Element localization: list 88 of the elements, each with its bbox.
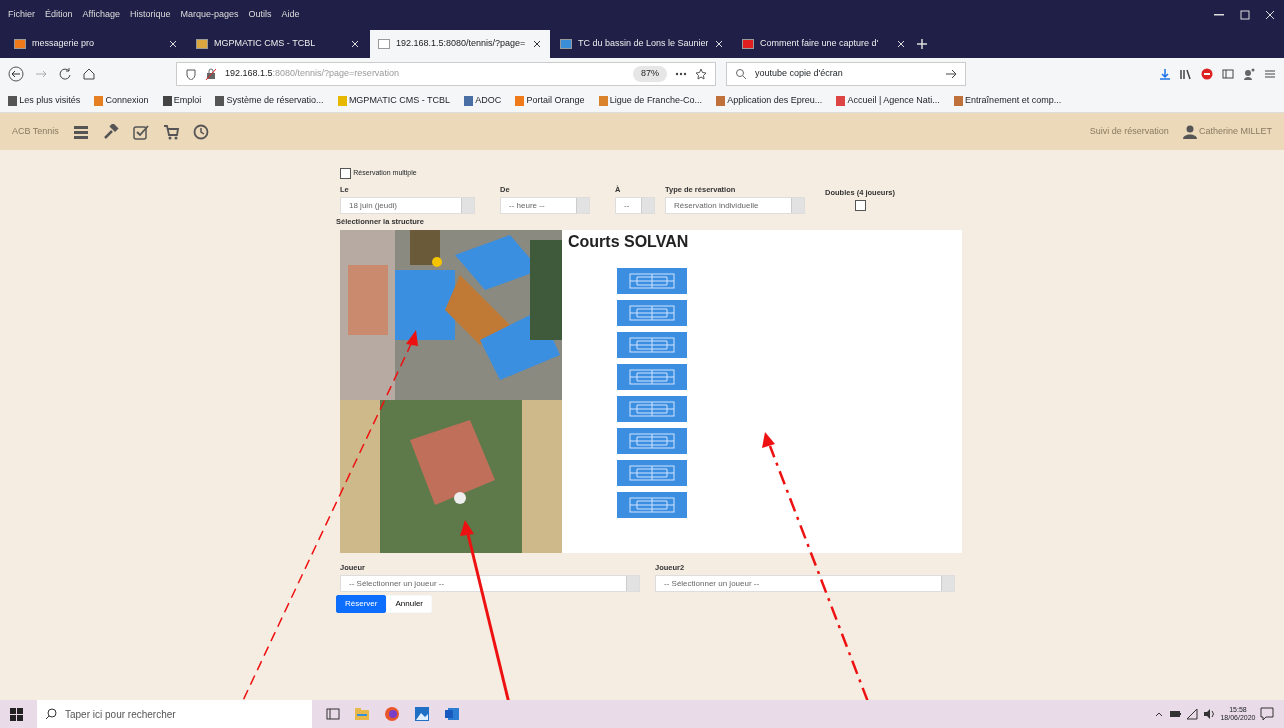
menu-item[interactable]: Fichier [8,8,35,22]
bookmark-item[interactable]: Connexion [94,94,149,108]
account-icon[interactable] [1243,68,1255,80]
bookmark-item[interactable]: MGPMATIC CMS - TCBL [337,94,451,108]
zoom-level[interactable]: 87% [633,66,667,82]
restore-icon[interactable] [1238,9,1251,21]
select-field[interactable]: Réservation individuelle [665,197,805,214]
court-icon [629,400,675,417]
download-icon[interactable] [1159,68,1171,80]
back-icon[interactable] [8,66,24,82]
court-button[interactable] [617,363,687,390]
task-view-icon[interactable] [326,707,340,721]
court-icon [629,432,675,449]
browser-tab[interactable]: messagerie pro [6,30,186,58]
select-field[interactable]: -- [615,197,655,214]
menu-item[interactable]: Aide [281,8,300,22]
menu-item[interactable]: Outils [248,8,272,22]
shield-icon[interactable] [185,68,197,80]
battery-icon[interactable] [1168,708,1182,720]
cancel-button[interactable]: Annuler [386,594,433,613]
court-button[interactable] [617,331,687,358]
court-icon [629,464,675,481]
bookmark-item[interactable]: Entraînement et comp... [953,94,1062,108]
checkbox-icon[interactable] [132,123,149,140]
menu-item[interactable]: Affichage [82,8,120,22]
court-icon [629,368,675,385]
bookmark-item[interactable]: Emploi [162,94,202,108]
court-icon [629,336,675,353]
search-field[interactable]: youtube copie d'écran [726,62,966,86]
insecure-lock-icon[interactable] [205,68,217,80]
cart-icon[interactable] [162,123,179,140]
browser-tab[interactable]: 192.168.1.5:8080/tennis/?page= [370,30,550,58]
court-button[interactable] [617,491,687,518]
menu-item[interactable]: Marque-pages [180,8,239,22]
search-icon [735,68,747,80]
star-icon[interactable] [695,68,707,80]
sidebar-icon[interactable] [1222,68,1234,80]
court-icon [629,304,675,321]
photos-icon[interactable] [414,706,430,722]
bookmark-item[interactable]: ADOC [464,94,502,108]
bookmark-item[interactable]: Accueil | Agence Nati... [836,94,940,108]
library-icon[interactable] [1180,68,1192,80]
blocker-icon[interactable] [1201,68,1213,80]
reload-icon[interactable] [58,67,72,81]
browser-tab[interactable]: TC du bassin de Lons le Saunier [552,30,732,58]
structure-title: Courts SOLVAN [568,231,690,252]
windows-start-icon[interactable] [10,707,23,721]
search-icon [45,708,57,720]
submit-button[interactable]: Réserver [336,594,387,613]
court-button[interactable] [617,267,687,294]
select-field[interactable]: -- Sélectionner un joueur -- [655,575,955,593]
go-arrow-icon[interactable] [945,68,957,80]
url-text: 192.168.1.5:8080/tennis/?page=reservation [225,67,399,81]
court-button[interactable] [617,459,687,486]
address-bar[interactable]: 192.168.1.5:8080/tennis/?page=reservation 87% [176,62,716,86]
select-field[interactable]: -- Sélectionner un joueur -- [340,575,640,593]
select-field[interactable]: -- heure -- [500,197,590,214]
select-field[interactable]: 18 juin (jeudi) [340,197,475,214]
bookmark-item[interactable]: Portail Orange [515,94,585,108]
browser-icon[interactable] [384,706,400,722]
bookmark-item[interactable]: Application des Epreu... [715,94,823,108]
court-icon [629,496,675,513]
bookmark-item[interactable]: Les plus visités [8,94,81,108]
bookmark-item[interactable]: Système de réservatio... [215,94,324,108]
taskbar-search-field[interactable]: Taper ici pour rechercher [37,700,312,728]
hammer-icon[interactable] [102,123,119,140]
checkbox[interactable] [854,200,866,211]
new-tab-icon[interactable] [916,38,928,50]
menu-item[interactable]: Historique [129,8,171,22]
court-button[interactable] [617,299,687,326]
user-icon [1182,124,1197,139]
home-icon[interactable] [82,67,96,81]
speaker-icon[interactable] [1202,708,1216,720]
network-icon[interactable] [1186,708,1199,720]
checkbox[interactable] [340,168,351,179]
document-app-icon[interactable] [444,706,460,722]
clock-icon[interactable] [192,123,209,140]
browser-tab[interactable]: MGPMATIC CMS - TCBL [188,30,368,58]
court-button[interactable] [617,427,687,454]
list-icon[interactable] [72,123,89,140]
court-icon [629,272,675,289]
browser-tab[interactable]: Comment faire une capture d' [734,30,914,58]
menu-item[interactable]: Édition [45,8,73,22]
folder-icon[interactable] [354,706,370,722]
court-button[interactable] [617,395,687,422]
close-icon[interactable] [532,39,542,49]
bookmark-item[interactable]: Ligue de Franche-Co... [598,94,702,108]
notification-icon[interactable] [1260,707,1274,721]
